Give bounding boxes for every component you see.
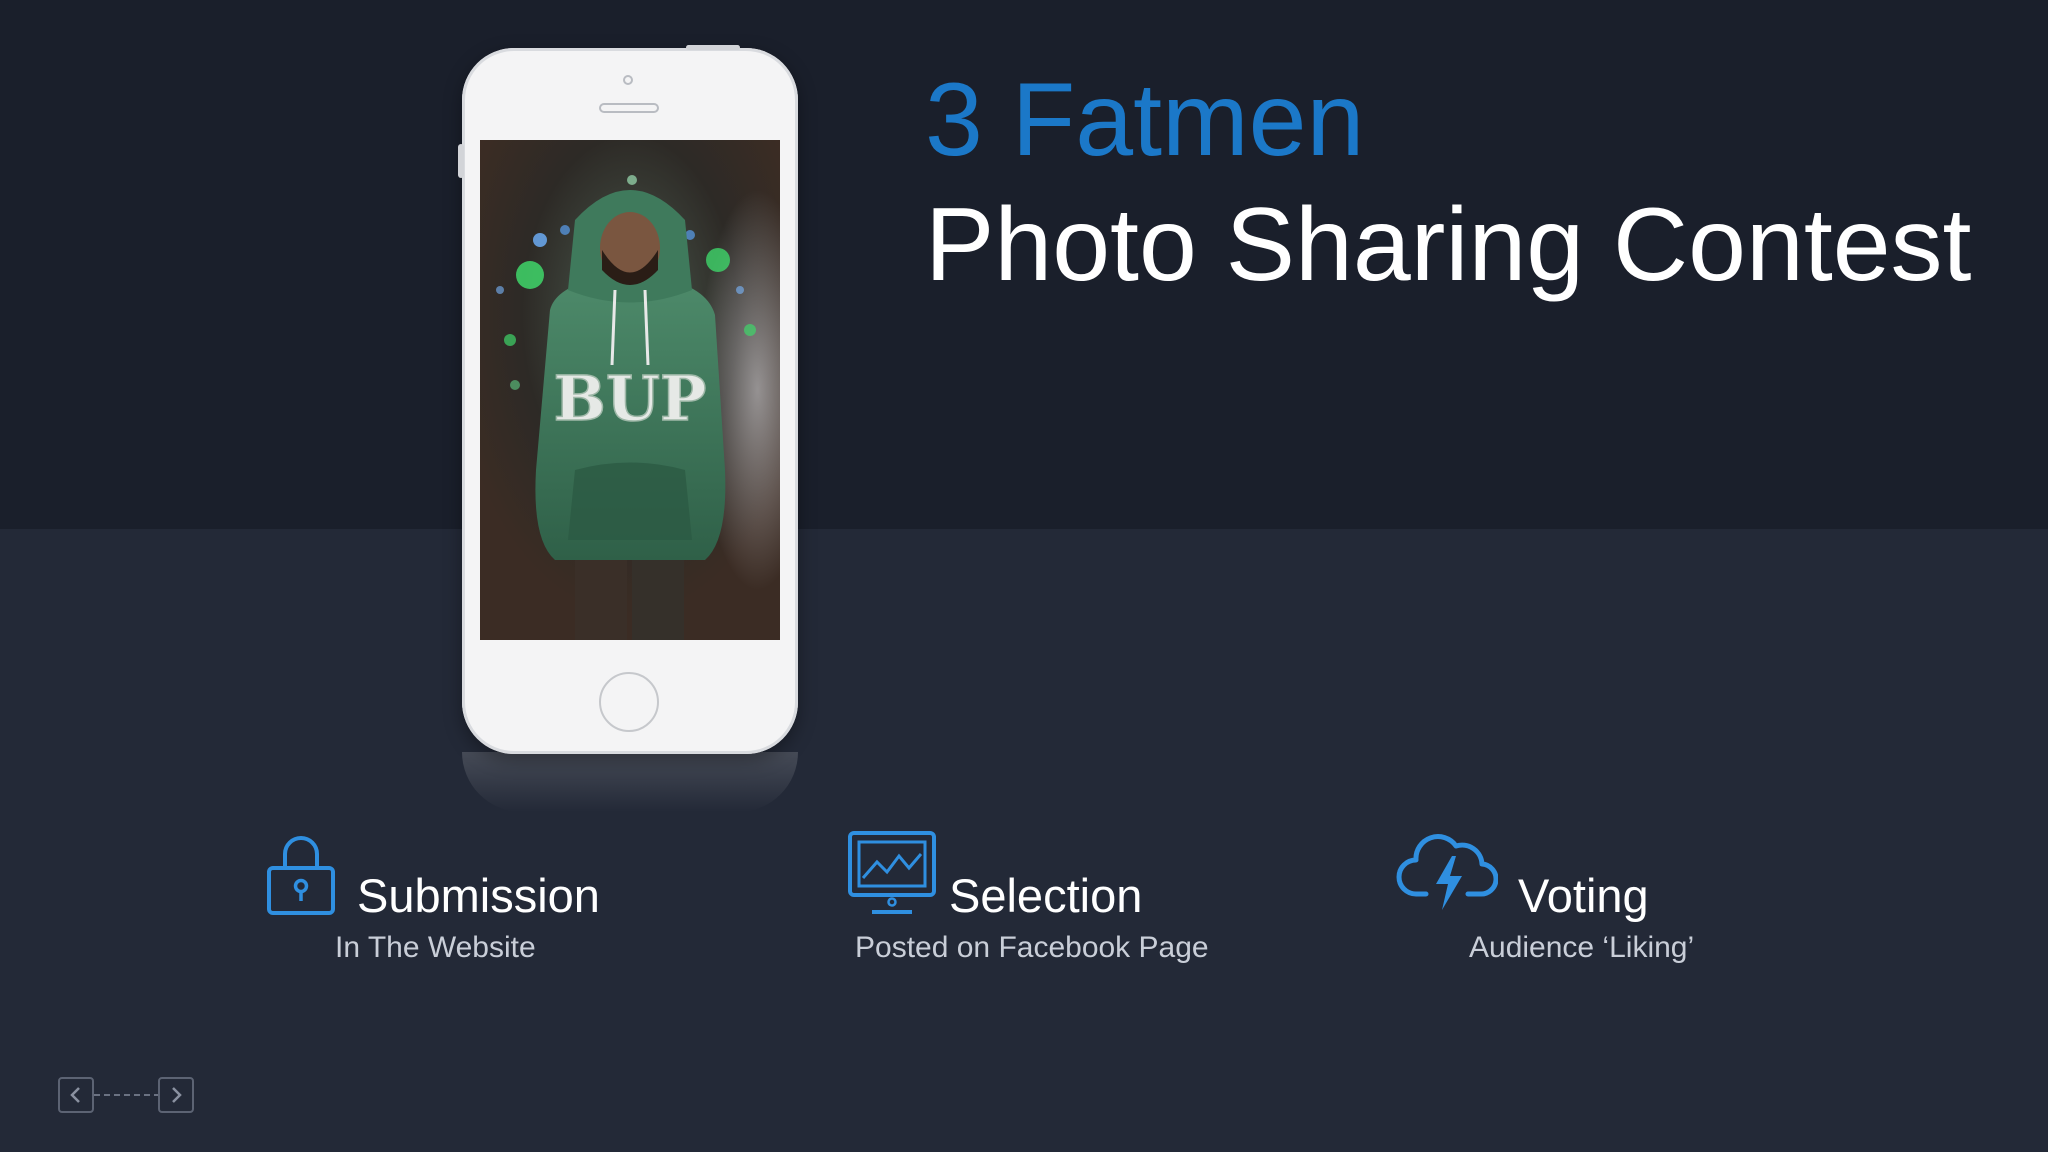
slide-navigation [58,1077,196,1115]
phone-mockup: BUP [458,45,798,754]
phone-camera [623,75,633,85]
cloud-lightning-icon [1396,834,1498,910]
monitor-chart-icon [848,831,936,914]
feature-title-submission: Submission [357,869,600,922]
chevron-right-icon [172,1087,182,1103]
contest-photo: BUP [480,140,780,640]
phone-screen-photo: BUP [480,140,780,640]
phone-speaker [599,103,659,113]
feature-title-selection: Selection [949,869,1143,922]
feature-subtitle-submission: In The Website [335,931,536,964]
feature-subtitle-voting: Audience ‘Liking’ [1469,931,1695,964]
title-main: Photo Sharing Contest [925,187,1972,303]
phone-volume-button [458,144,464,178]
previous-slide-button[interactable] [58,1077,94,1113]
chevron-left-icon [70,1087,80,1103]
slide: BUP 3 Fatmen Photo Sharing Contest Submi… [0,0,2048,1152]
lock-icon [267,836,335,915]
feature-subtitle-selection: Posted on Facebook Page [855,931,1209,964]
navigation-dashed-line [94,1094,160,1096]
phone-reflection [462,752,798,812]
phone-power-button [686,45,740,50]
sweatshirt-text: BUP [553,362,706,435]
title-accent: 3 Fatmen [925,62,1365,178]
phone-home-button [599,672,659,732]
feature-title-voting: Voting [1518,869,1649,922]
next-slide-button[interactable] [158,1077,194,1113]
